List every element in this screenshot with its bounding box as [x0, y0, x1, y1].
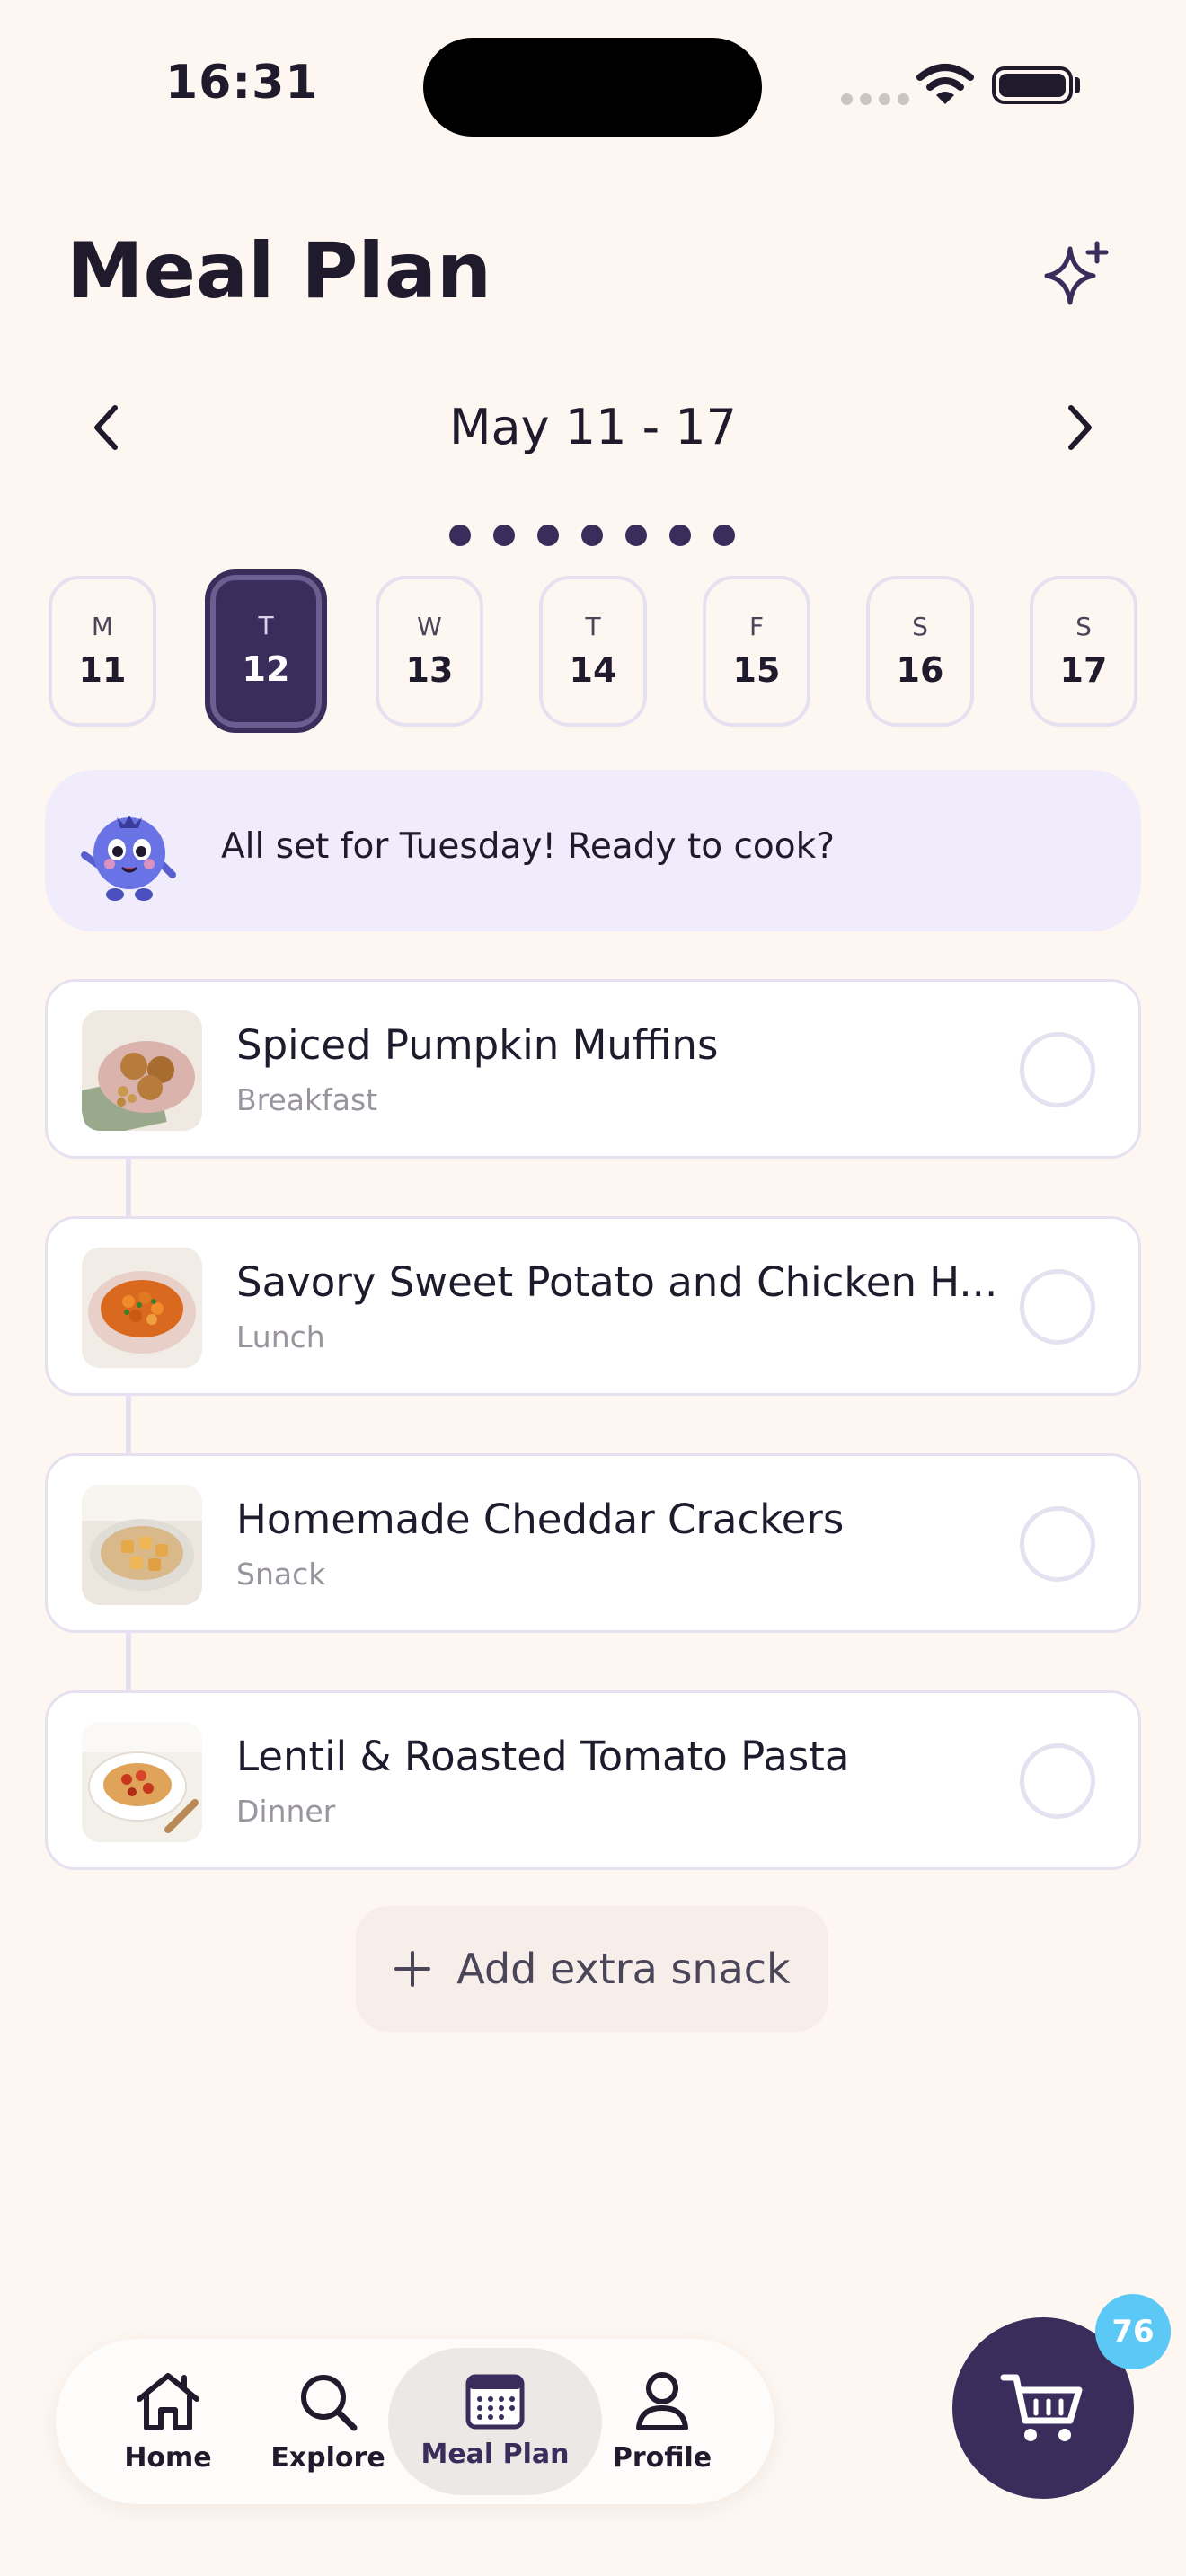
- day-button-sat[interactable]: S 16: [866, 576, 974, 727]
- dynamic-island: [423, 38, 762, 137]
- cellular-signal-icon: [841, 93, 909, 105]
- day-letter: S: [1075, 612, 1092, 641]
- page-title: Meal Plan: [66, 226, 492, 316]
- search-icon: [301, 2374, 358, 2430]
- meal-type: Dinner: [236, 1794, 336, 1829]
- person-icon: [636, 2371, 688, 2430]
- day-number: 13: [405, 650, 454, 690]
- meal-name: Homemade Cheddar Crackers: [236, 1495, 845, 1543]
- lentil-pasta-thumbnail: [82, 1722, 202, 1842]
- day-letter: M: [91, 612, 114, 641]
- meal-name: Lentil & Roasted Tomato Pasta: [236, 1733, 850, 1780]
- day-number: 14: [569, 650, 617, 690]
- meal-type: Breakfast: [236, 1082, 378, 1117]
- meal-name: Spiced Pumpkin Muffins: [236, 1021, 719, 1069]
- meal-complete-checkbox[interactable]: [1020, 1269, 1095, 1345]
- meal-type: Lunch: [236, 1319, 325, 1354]
- day-letter: S: [912, 612, 928, 641]
- cart-icon: [1000, 2374, 1083, 2441]
- day-button-thu[interactable]: T 14: [539, 576, 647, 727]
- muffins-thumbnail: [82, 1010, 202, 1131]
- status-time: 16:31: [165, 56, 319, 110]
- meal-complete-checkbox[interactable]: [1020, 1506, 1095, 1582]
- day-button-tue-selected[interactable]: T 12: [205, 569, 327, 733]
- chevron-left-icon: [94, 405, 118, 450]
- day-number: 16: [896, 650, 944, 690]
- plus-icon: [394, 1951, 431, 1987]
- timeline-connector: [126, 1631, 131, 1692]
- tab-explore[interactable]: Explore: [248, 2348, 408, 2495]
- blueberry-mascot-icon: [75, 798, 183, 905]
- calendar-icon: [465, 2374, 525, 2429]
- banner-message: All set for Tuesday! Ready to cook?: [221, 826, 835, 867]
- day-number: 15: [732, 650, 781, 690]
- add-extra-snack-button[interactable]: Add extra snack: [356, 1906, 828, 2032]
- chevron-right-icon: [1068, 405, 1092, 450]
- day-letter: F: [748, 612, 765, 641]
- tab-label: Meal Plan: [420, 2438, 570, 2470]
- meal-card-lunch[interactable]: Savory Sweet Potato and Chicken H... Lun…: [45, 1216, 1141, 1396]
- tab-label: Home: [124, 2441, 212, 2474]
- wifi-icon: [916, 63, 974, 110]
- meal-name: Savory Sweet Potato and Chicken H...: [236, 1258, 998, 1306]
- day-button-fri[interactable]: F 15: [703, 576, 810, 727]
- meal-card-dinner[interactable]: Lentil & Roasted Tomato Pasta Dinner: [45, 1690, 1141, 1870]
- day-button-sun[interactable]: S 17: [1030, 576, 1137, 727]
- meal-type: Snack: [236, 1557, 326, 1592]
- cheddar-crackers-thumbnail: [82, 1485, 202, 1605]
- battery-icon: [992, 66, 1073, 104]
- timeline-connector: [126, 1394, 131, 1455]
- day-number: 11: [78, 650, 127, 690]
- day-letter: T: [585, 612, 601, 641]
- day-number: 12: [242, 649, 290, 689]
- add-snack-label: Add extra snack: [456, 1945, 791, 1993]
- day-letter: T: [258, 611, 274, 640]
- day-letter: W: [417, 612, 442, 641]
- meal-card-breakfast[interactable]: Spiced Pumpkin Muffins Breakfast: [45, 979, 1141, 1159]
- ai-sparkle-button[interactable]: [1033, 235, 1125, 313]
- sweet-potato-hash-thumbnail: [82, 1248, 202, 1368]
- battery-tip: [1075, 77, 1080, 93]
- cart-count-badge: 76: [1095, 2294, 1171, 2369]
- week-progress-dots: [449, 525, 735, 546]
- previous-week-button[interactable]: [79, 395, 133, 460]
- week-range-label: May 11 - 17: [448, 399, 738, 455]
- home-icon: [137, 2372, 199, 2430]
- tab-meal-plan[interactable]: Meal Plan: [388, 2348, 602, 2495]
- meal-card-snack[interactable]: Homemade Cheddar Crackers Snack: [45, 1453, 1141, 1633]
- tab-home[interactable]: Home: [88, 2348, 248, 2495]
- day-button-wed[interactable]: W 13: [376, 576, 483, 727]
- day-button-mon[interactable]: M 11: [49, 576, 156, 727]
- tab-label: Profile: [612, 2441, 712, 2474]
- timeline-connector: [126, 1157, 131, 1218]
- sparkle-icon: [1044, 241, 1109, 305]
- tab-profile[interactable]: Profile: [582, 2348, 742, 2495]
- day-number: 17: [1059, 650, 1108, 690]
- meal-complete-checkbox[interactable]: [1020, 1032, 1095, 1107]
- meal-complete-checkbox[interactable]: [1020, 1743, 1095, 1819]
- tab-label: Explore: [270, 2441, 385, 2474]
- next-week-button[interactable]: [1053, 395, 1107, 460]
